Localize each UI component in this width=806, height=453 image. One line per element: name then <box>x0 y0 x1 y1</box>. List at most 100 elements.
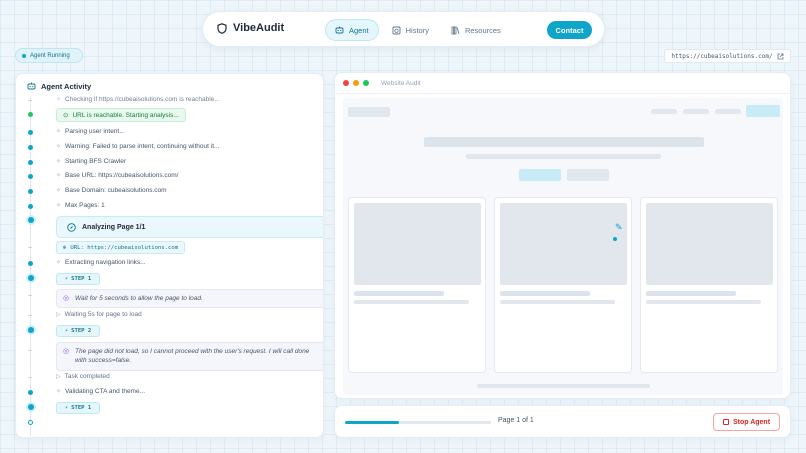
status-dot-icon <box>22 53 26 58</box>
timeline-dash <box>28 315 32 316</box>
log-line: ✧ Starting BFS Crawler <box>56 158 126 165</box>
tab-agent-label: Agent <box>349 25 369 35</box>
panel-title: Agent Activity <box>41 81 92 91</box>
skeleton-nav-item <box>683 109 709 114</box>
site-url-link[interactable]: https://cubeaisolutions.com/ <box>664 49 791 63</box>
timeline-dot <box>28 112 33 117</box>
browser-toolbar: Website Audit <box>335 73 790 94</box>
skeleton-primary-button <box>519 169 561 181</box>
timeline-dot <box>28 204 33 209</box>
skeleton-hero-subtitle <box>466 154 661 159</box>
step-label: STEP 1 <box>71 405 92 411</box>
skeleton-card <box>348 197 486 373</box>
agent-cursor-dot <box>613 237 617 241</box>
progress-fill <box>345 421 400 424</box>
brain-icon: ◎ <box>63 348 70 355</box>
log-text: Waiting 5s for page to load <box>64 311 142 318</box>
brand-name: VibeAudit <box>233 22 285 34</box>
page-analysis-title: Analyzing Page 1/1 <box>82 223 146 231</box>
step-badge: ⚡ STEP 1 <box>56 273 100 285</box>
skeleton-secondary-button <box>567 169 609 181</box>
tab-history-label: History <box>405 25 429 35</box>
stop-agent-button[interactable]: Stop Agent <box>713 413 780 431</box>
timeline-dash <box>28 247 32 248</box>
log-text: Task completed <box>64 373 110 380</box>
step-badge: ⚡ STEP 2 <box>56 325 100 337</box>
status-label: Agent Running <box>30 52 70 59</box>
progress-bar <box>345 421 491 424</box>
sparkle-icon: ✧ <box>56 173 62 179</box>
log-line: ✧ Extracting navigation links... <box>56 259 146 266</box>
timeline-dash <box>28 377 32 378</box>
step-label: STEP 1 <box>71 276 92 282</box>
tab-history[interactable]: History <box>383 19 438 41</box>
skeleton-footer <box>477 384 650 388</box>
sparkle-icon: ✧ <box>56 389 62 395</box>
log-text: Parsing user intent... <box>65 128 125 135</box>
sparkle-icon: ✧ <box>56 144 62 150</box>
page-analysis-card[interactable]: Analyzing Page 1/1 <box>56 216 323 238</box>
timeline-dot <box>28 145 33 150</box>
skeleton-card-image <box>354 203 481 285</box>
brain-icon: ◎ <box>63 295 70 302</box>
globe-icon: ⊕ <box>63 244 67 251</box>
agent-thought: ◎ Wait for 5 seconds to allow the page t… <box>56 289 323 309</box>
bolt-icon: ⚡ <box>64 276 69 282</box>
brand[interactable]: VibeAudit <box>217 22 284 34</box>
website-viewport[interactable]: ✎ <box>343 98 783 395</box>
bolt-icon: ⚡ <box>64 405 69 411</box>
contact-button[interactable]: Contact <box>547 21 592 39</box>
log-line: ✧ Base URL: https://cubeaisolutions.com/ <box>56 172 178 179</box>
skeleton-hero-title <box>424 137 704 147</box>
sparkle-icon: ✧ <box>56 159 62 165</box>
skeleton-nav-item <box>715 109 741 114</box>
top-nav: VibeAudit Agent History Resources Contac… <box>202 11 605 47</box>
log-line: ▷ Task completed <box>56 373 110 380</box>
window-close-icon[interactable] <box>343 80 349 86</box>
timeline-dot <box>27 327 34 333</box>
url-badge-text: URL: https://cubeaisolutions.com <box>70 244 179 251</box>
log-line: ✧ Max Pages: 1 <box>56 202 105 209</box>
url-badge: ⊕ URL: https://cubeaisolutions.com <box>56 241 186 254</box>
log-text: Max Pages: 1 <box>65 202 105 209</box>
sparkle-icon: ✧ <box>56 260 62 266</box>
agent-activity-panel: Agent Activity ✧ Checking if https://cub… <box>15 73 324 438</box>
tab-agent[interactable]: Agent <box>325 19 379 41</box>
timeline-dot <box>28 160 33 165</box>
page-counter: Page 1 of 1 <box>498 417 534 424</box>
books-icon <box>451 26 460 34</box>
log-text: Validating CTA and theme... <box>65 388 146 395</box>
success-text: URL is reachable. Starting analysis... <box>72 111 179 119</box>
skeleton-card-text <box>354 300 469 304</box>
log-line: ✧ Checking if https://cubeaisolutions.co… <box>56 96 220 103</box>
log-line: ✧ Parsing user intent... <box>56 128 125 135</box>
thought-text: The page did not load, so I cannot proce… <box>75 348 310 365</box>
tab-resources[interactable]: Resources <box>442 19 510 41</box>
skeleton-card-title <box>354 291 444 296</box>
log-text: Starting BFS Crawler <box>65 158 127 165</box>
skeleton-cta <box>746 105 780 117</box>
step-badge: ⚡ STEP 1 <box>56 402 100 414</box>
log-text: Extracting navigation links... <box>65 259 146 266</box>
skeleton-card-text <box>500 300 615 304</box>
window-minimize-icon[interactable] <box>353 80 359 86</box>
thought-text: Wait for 5 seconds to allow the page to … <box>75 295 203 302</box>
browser-title: Website Audit <box>381 79 421 87</box>
check-circle-icon: ⊙ <box>63 112 69 119</box>
timeline-dot-pending <box>28 420 33 425</box>
skeleton-card-title <box>646 291 736 296</box>
skeleton-card <box>640 197 778 373</box>
play-icon: ▷ <box>56 312 61 318</box>
sparkle-icon: ✧ <box>56 188 62 194</box>
timeline-dot <box>28 174 33 179</box>
window-maximize-icon[interactable] <box>363 80 369 86</box>
history-icon <box>392 26 401 34</box>
log-text: Warning: Failed to parse intent, continu… <box>65 143 220 150</box>
sparkle-icon: ✧ <box>56 203 62 209</box>
skeleton-card <box>494 197 632 373</box>
step-label: STEP 2 <box>71 328 92 334</box>
site-url-text: https://cubeaisolutions.com/ <box>671 52 773 60</box>
bolt-icon: ⚡ <box>64 328 69 334</box>
sparkle-icon: ✧ <box>56 97 62 103</box>
compass-icon <box>67 222 76 232</box>
